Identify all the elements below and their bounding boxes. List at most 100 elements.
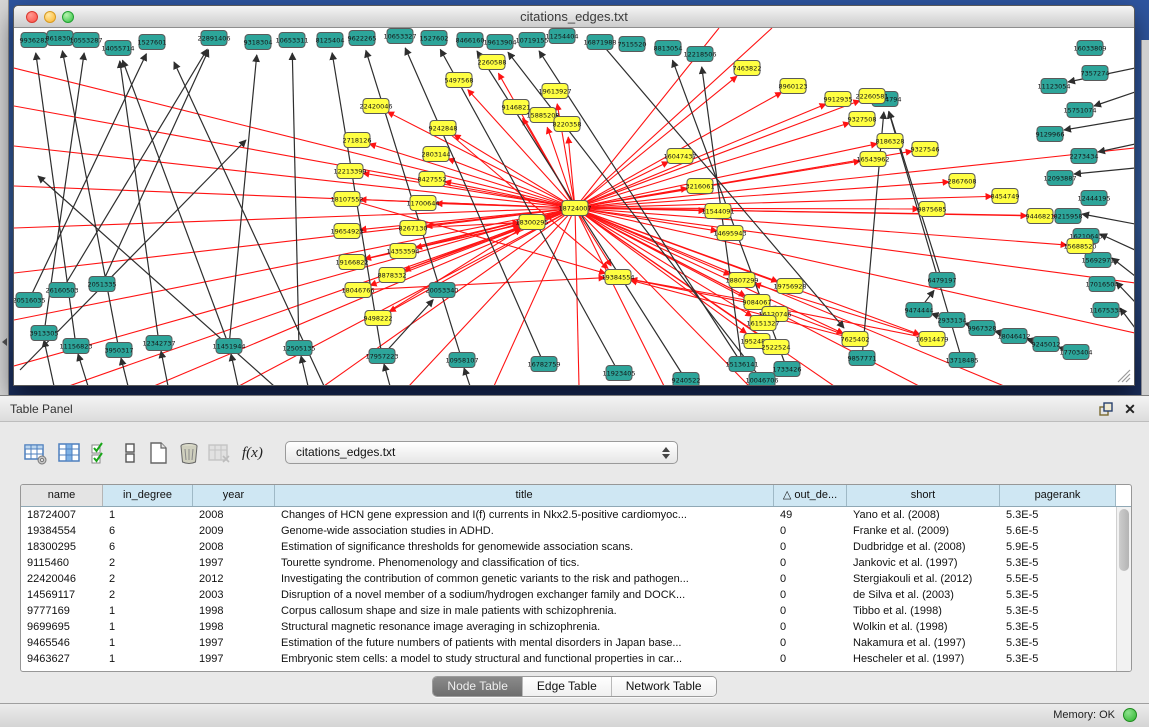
function-builder-icon[interactable]: f(x) [242, 440, 268, 466]
table-row[interactable]: 2242004622012Investigating the contribut… [21, 571, 1131, 587]
network-node[interactable]: 19384554 [601, 270, 634, 285]
network-node[interactable]: 9240522 [672, 373, 701, 386]
network-node[interactable]: 8427552 [418, 172, 447, 187]
network-node[interactable]: 17957223 [365, 349, 398, 364]
network-node[interactable]: 16543962 [856, 152, 889, 167]
table-row[interactable]: 1872400712008Changes of HCN gene express… [21, 507, 1131, 523]
network-node[interactable]: 11544091 [701, 204, 734, 219]
network-node[interactable]: 20516035 [14, 293, 46, 308]
network-node[interactable]: 2933134 [938, 313, 967, 328]
network-node[interactable]: 16782759 [527, 357, 560, 372]
network-node[interactable]: 18300295 [515, 215, 548, 230]
network-node[interactable]: 8960123 [779, 79, 808, 94]
network-node[interactable]: 2051335 [88, 277, 117, 292]
network-node[interactable]: 15751074 [1063, 103, 1096, 118]
column-header-name[interactable]: name [21, 485, 103, 506]
network-node[interactable]: 15688520 [1063, 239, 1096, 254]
network-node[interactable]: 11700644 [406, 196, 439, 211]
network-node[interactable]: 7357274 [1081, 66, 1110, 81]
network-node[interactable]: 15136141 [725, 357, 758, 372]
network-node[interactable]: 12213399 [333, 164, 366, 179]
network-node[interactable]: 2803144 [422, 147, 451, 162]
table-options-icon[interactable] [22, 440, 48, 466]
network-node[interactable]: 8186328 [876, 134, 905, 149]
column-header-year[interactable]: year [193, 485, 275, 506]
network-node[interactable]: 8454749 [991, 189, 1020, 204]
network-node[interactable]: 10653311 [275, 33, 308, 48]
column-header-short[interactable]: short [847, 485, 1000, 506]
network-node[interactable]: 18046412 [997, 329, 1030, 344]
network-node[interactable]: 2273434 [1070, 149, 1099, 164]
network-node[interactable]: 16033809 [1073, 41, 1106, 56]
vertical-scrollbar[interactable] [1116, 507, 1131, 671]
network-node[interactable]: 18807299 [725, 273, 758, 288]
network-node[interactable]: 18046766 [341, 283, 374, 298]
network-view-window[interactable]: citations_edges.txt 99362828618304105532… [13, 5, 1135, 386]
close-panel-icon[interactable]: ✕ [1121, 400, 1139, 418]
network-node[interactable]: 14353594 [386, 244, 419, 259]
network-canvas[interactable]: 9936282861830410553287140557141527601228… [14, 28, 1134, 385]
network-node[interactable]: 6479197 [928, 273, 957, 288]
float-panel-icon[interactable] [1097, 400, 1115, 418]
network-node[interactable]: 10553287 [69, 33, 102, 48]
row-height-icon[interactable] [117, 440, 143, 466]
network-node[interactable]: 9446821 [1026, 209, 1055, 224]
network-node[interactable]: 12218506 [683, 47, 716, 62]
network-node[interactable]: 9327546 [911, 142, 940, 157]
network-node[interactable]: 8220358 [553, 117, 582, 132]
network-node[interactable]: 10958107 [445, 353, 478, 368]
network-node[interactable]: 12505135 [282, 341, 315, 356]
column-header-out_degree[interactable]: △ out_de... [774, 485, 847, 506]
network-node[interactable]: 9936282 [20, 33, 49, 48]
table-row[interactable]: 1938455462009Genome-wide association stu… [21, 523, 1131, 539]
table-row[interactable]: 911546021997Tourette syndrome. Phenomeno… [21, 555, 1131, 571]
network-node[interactable]: 22260581 [855, 89, 888, 104]
table-row[interactable]: 946554611997Estimation of the future num… [21, 635, 1131, 651]
network-node[interactable]: 9912935 [824, 92, 853, 107]
network-node[interactable]: 7463822 [733, 61, 762, 76]
network-node[interactable]: 18107552 [330, 192, 363, 207]
column-header-title[interactable]: title [275, 485, 774, 506]
network-node[interactable]: 16151327 [746, 316, 779, 331]
network-node[interactable]: 14695943 [713, 226, 746, 241]
network-node[interactable]: 16914479 [915, 332, 948, 347]
show-columns-icon[interactable] [56, 440, 82, 466]
network-node[interactable]: 12093887 [1043, 171, 1076, 186]
network-node[interactable]: 16871988 [583, 35, 616, 50]
tab-network-table[interactable]: Network Table [612, 677, 716, 696]
network-node[interactable]: 14055714 [101, 41, 134, 56]
network-node[interactable]: 12444195 [1077, 191, 1110, 206]
network-node[interactable]: 5497568 [445, 73, 474, 88]
column-header-pagerank[interactable]: pagerank [1000, 485, 1116, 506]
network-node[interactable]: 10046706 [745, 373, 778, 386]
network-node[interactable]: 3216061 [686, 179, 715, 194]
tab-node-table[interactable]: Node Table [433, 677, 523, 696]
network-node[interactable]: 16047437 [663, 149, 696, 164]
network-node[interactable]: 11675334 [1089, 303, 1122, 318]
scrollbar-thumb[interactable] [1119, 509, 1129, 571]
network-node[interactable]: 9857771 [848, 351, 877, 366]
network-window-titlebar[interactable]: citations_edges.txt [14, 6, 1134, 28]
network-node[interactable]: 13718485 [945, 353, 978, 368]
network-node[interactable]: 1733426 [773, 362, 802, 377]
network-node[interactable]: 11451944 [212, 339, 245, 354]
network-node[interactable]: 11254404 [545, 29, 578, 44]
network-node[interactable]: 22420046 [359, 99, 392, 114]
table-row[interactable]: 946362711997Embryonic stem cells: a mode… [21, 651, 1131, 667]
delete-column-icon[interactable] [176, 440, 202, 466]
collapsed-results-panel-strip[interactable] [1141, 40, 1149, 395]
network-node[interactable]: 9498222 [364, 311, 393, 326]
network-node[interactable]: 9875685 [918, 202, 947, 217]
select-rows-icon[interactable] [88, 440, 114, 466]
network-node[interactable]: 9129966 [1036, 127, 1065, 142]
collapsed-control-panel-strip[interactable] [0, 0, 9, 395]
network-node[interactable]: 20053340 [425, 283, 458, 298]
table-row[interactable]: 1456911722003Disruption of a novel membe… [21, 587, 1131, 603]
create-column-icon[interactable] [145, 440, 171, 466]
network-node[interactable]: 9622265 [348, 31, 377, 46]
network-node[interactable]: 15692971 [1081, 253, 1114, 268]
table-row[interactable]: 977716911998Corpus callosum shape and si… [21, 603, 1131, 619]
table-selector-dropdown[interactable]: citations_edges.txt [285, 441, 678, 464]
network-node[interactable]: 11923405 [602, 366, 635, 381]
network-node[interactable]: 19166822 [335, 255, 368, 270]
